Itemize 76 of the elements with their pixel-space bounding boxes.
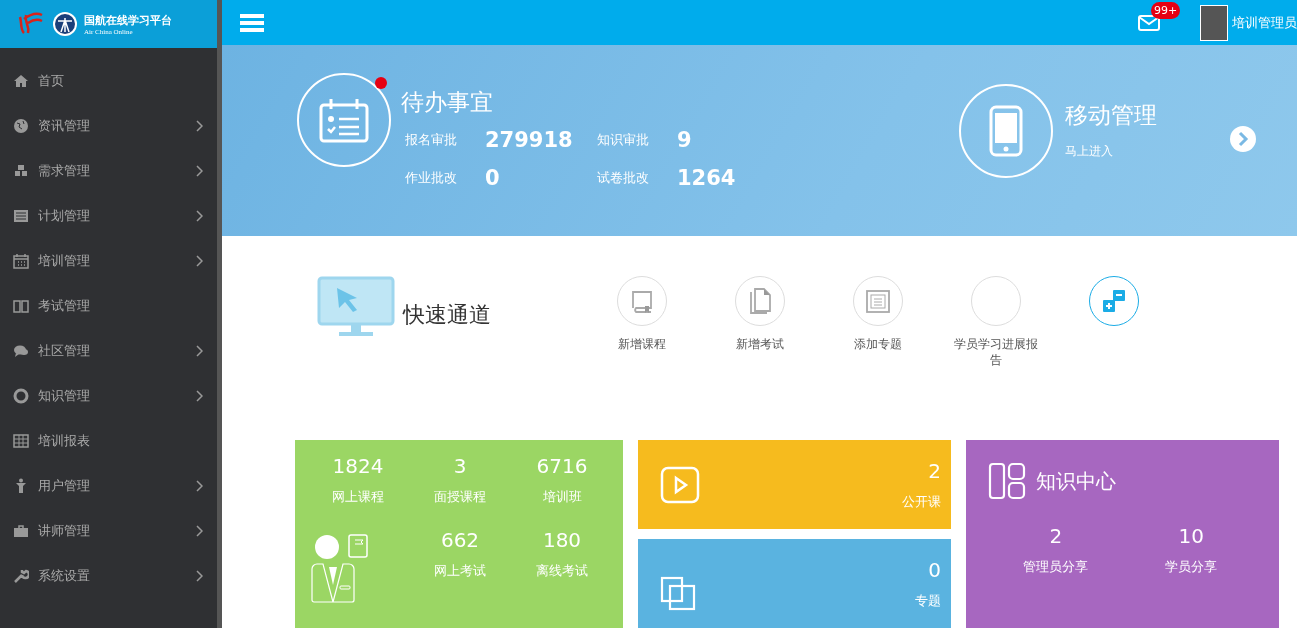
- stat-value: 1824: [332, 454, 384, 478]
- layout-icon: [988, 462, 1026, 500]
- stat-label: 报名审批: [405, 131, 458, 150]
- mobile-title: 移动管理: [1065, 100, 1157, 130]
- sidebar-item[interactable]: 资讯管理: [0, 103, 217, 148]
- sidebar-item[interactable]: 计划管理: [0, 193, 217, 238]
- shortcut-label: 新增考试: [735, 335, 785, 353]
- stat-value: 0: [928, 557, 941, 582]
- stat-label: 网上考试: [434, 562, 486, 580]
- stat-label: 作业批改: [405, 169, 458, 188]
- sidebar-item[interactable]: 培训报表: [0, 418, 217, 463]
- add-shortcut-button[interactable]: [1089, 275, 1139, 326]
- wrench-icon: [13, 567, 29, 584]
- squares-icon: [660, 575, 698, 612]
- sidebar-item[interactable]: 讲师管理: [0, 508, 217, 553]
- shortcut-label: 新增课程: [617, 335, 667, 353]
- sidebar-item[interactable]: 考试管理: [0, 283, 217, 328]
- stat-value: 2: [1049, 524, 1063, 548]
- cubes-icon: [13, 162, 29, 179]
- sidebar-item[interactable]: 首页: [0, 58, 217, 103]
- stat-value: 2: [928, 458, 941, 483]
- shortcut-label: 学员学习进展报告: [953, 335, 1039, 370]
- stat-value: 0: [485, 166, 500, 191]
- sidebar-item[interactable]: 知识管理: [0, 373, 217, 418]
- list-icon: [865, 287, 891, 314]
- mail-icon[interactable]: [1138, 14, 1160, 31]
- stat-value: 279918: [485, 128, 573, 153]
- stat-label: 试卷批改: [597, 169, 650, 188]
- menu-icon[interactable]: [240, 12, 264, 33]
- stat-value: 6716: [536, 454, 588, 478]
- stat-label: 离线考试: [536, 562, 588, 580]
- stat-value: 1264: [677, 166, 736, 191]
- stat-label: 专题: [915, 591, 941, 610]
- stat-value: 180: [542, 528, 582, 552]
- calendar-icon: [319, 97, 369, 144]
- shortcut-button[interactable]: [617, 275, 667, 326]
- shortcut-button[interactable]: [853, 275, 903, 326]
- book-icon: [13, 297, 29, 314]
- shortcut-label: 添加专题: [853, 335, 903, 353]
- document-icon: [748, 286, 772, 315]
- sidebar-item[interactable]: 社区管理: [0, 328, 217, 373]
- stat-value: 10: [1178, 524, 1204, 548]
- shortcut-button[interactable]: [971, 275, 1021, 326]
- emblem-icon: [52, 11, 78, 37]
- sidebar-item[interactable]: 培训管理: [0, 238, 217, 283]
- briefcase-icon: [13, 522, 29, 539]
- stat-label: 培训班: [542, 488, 582, 506]
- stat-label: 学员分享: [1165, 558, 1218, 576]
- monitor-icon: [317, 275, 395, 338]
- globe-icon: [13, 117, 29, 134]
- stat-label: 知识审批: [597, 131, 650, 150]
- list-icon: [13, 207, 29, 224]
- quick-access-title: 快速通道: [403, 300, 492, 329]
- stat-label: 管理员分享: [1023, 558, 1089, 576]
- shortcut-button[interactable]: [735, 275, 785, 326]
- sidebar-item[interactable]: 用户管理: [0, 463, 217, 508]
- sidebar-item[interactable]: 需求管理: [0, 148, 217, 193]
- mail-badge: 99+: [1151, 1, 1181, 19]
- stat-value: 662: [440, 528, 480, 552]
- play-icon: [660, 465, 700, 504]
- phone-icon: [989, 104, 1023, 157]
- brand-title: 国航在线学习平台: [84, 12, 172, 28]
- todo-title: 待办事宜: [401, 88, 494, 118]
- stat-value: 9: [677, 128, 692, 153]
- add-tiles-icon: [1101, 287, 1127, 314]
- home-icon: [13, 72, 29, 89]
- stat-label: 公开课: [902, 492, 941, 511]
- stat-label: 面授课程: [434, 488, 486, 506]
- chevron-right-icon[interactable]: [1229, 124, 1257, 153]
- table-icon: [13, 432, 29, 449]
- calendar-icon: [13, 252, 29, 269]
- avatar-placeholder: [1200, 4, 1228, 41]
- knowledge-title: 知识中心: [1036, 467, 1116, 495]
- stat-value: 3: [453, 454, 467, 478]
- sidebar-item[interactable]: 系统设置: [0, 553, 217, 598]
- stat-label: 网上课程: [332, 488, 384, 506]
